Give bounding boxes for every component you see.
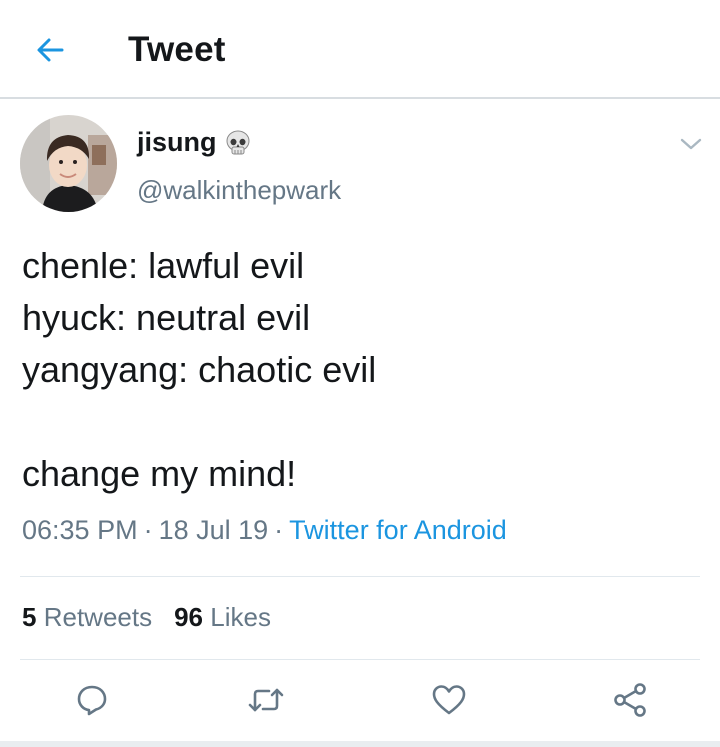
- reply-button[interactable]: [72, 680, 112, 720]
- likes-stat[interactable]: 96 Likes: [174, 602, 271, 632]
- divider: [20, 659, 700, 660]
- author-name-row: jisung: [137, 127, 251, 158]
- skull-icon: [226, 130, 249, 154]
- tweet-source-link[interactable]: Twitter for Android: [289, 515, 507, 545]
- tweet-menu-button[interactable]: [675, 130, 707, 158]
- tweet-metadata: 06:35 PM · 18 Jul 19 · Twitter for Android: [22, 515, 507, 546]
- back-arrow-icon: [37, 38, 64, 62]
- share-icon: [614, 683, 646, 717]
- like-icon: [432, 685, 466, 715]
- tweet-text: chenle: lawful evil hyuck: neutral evil …: [22, 240, 702, 500]
- avatar[interactable]: [20, 115, 117, 212]
- tweet-text-line: chenle: lawful evil: [22, 245, 305, 286]
- tweet-date: 18 Jul 19: [158, 515, 269, 545]
- divider: [20, 576, 700, 577]
- tweet-time: 06:35 PM: [22, 515, 138, 545]
- share-button[interactable]: [610, 680, 650, 720]
- like-button[interactable]: [429, 680, 469, 720]
- tweet-text-line: hyuck: neutral evil: [22, 297, 311, 338]
- retweets-count: 5: [22, 602, 37, 632]
- likes-count: 96: [174, 602, 204, 632]
- chevron-down-icon: [680, 138, 702, 150]
- tweet-text-line: yangyang: chaotic evil: [22, 349, 377, 390]
- tweet-text-line: [22, 396, 702, 448]
- author-name[interactable]: jisung: [137, 127, 217, 158]
- separator: ·: [274, 515, 284, 545]
- retweet-icon: [248, 688, 284, 712]
- bottom-divider: [0, 741, 720, 747]
- likes-label: Likes: [210, 602, 271, 632]
- separator: ·: [143, 515, 153, 545]
- back-button[interactable]: [30, 30, 70, 70]
- retweets-label: Retweets: [43, 602, 153, 632]
- reply-icon: [77, 685, 107, 716]
- retweet-button[interactable]: [246, 680, 286, 720]
- top-app-bar: Tweet: [0, 0, 720, 99]
- retweets-stat[interactable]: 5 Retweets: [22, 602, 152, 632]
- tweet-detail-screen: Tweet jisung @walkinthepwark chenle: law…: [0, 0, 720, 747]
- avatar-image: [20, 115, 117, 212]
- engagement-stats: 5 Retweets 96 Likes: [22, 602, 271, 633]
- page-title: Tweet: [128, 30, 226, 69]
- tweet-text-line: change my mind!: [22, 453, 297, 494]
- author-handle[interactable]: @walkinthepwark: [137, 175, 341, 206]
